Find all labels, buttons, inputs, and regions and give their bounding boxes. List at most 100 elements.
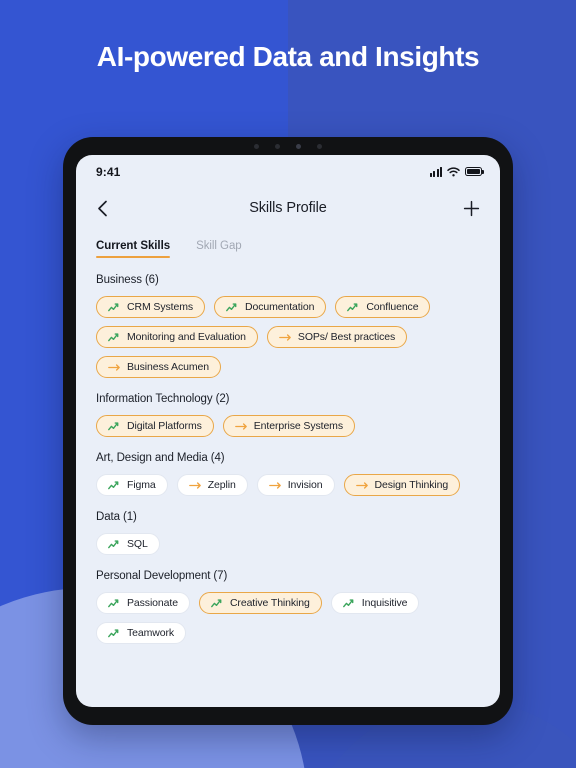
skill-chip-label: Digital Platforms xyxy=(127,420,202,432)
skill-chip-label: Design Thinking xyxy=(374,479,449,491)
trending-up-icon xyxy=(108,332,121,343)
trending-up-icon xyxy=(226,302,239,313)
skill-chip-row: CRM Systems Documentation Confluence Monito… xyxy=(96,296,484,378)
skill-chip-row: SQL xyxy=(96,533,484,555)
skill-chip-label: Enterprise Systems xyxy=(253,420,343,432)
skill-chip-label: Confluence xyxy=(366,301,419,313)
skill-chip[interactable]: Monitoring and Evaluation xyxy=(96,326,258,348)
skill-group: Personal Development (7) Passionate Creati… xyxy=(96,570,484,644)
device-sensor-array xyxy=(63,144,513,149)
trending-up-icon xyxy=(108,480,119,489)
skill-chip[interactable]: Design Thinking xyxy=(343,474,461,496)
arrow-right-icon xyxy=(355,481,369,490)
skill-group-title: Art, Design and Media (4) xyxy=(96,452,225,464)
skill-chip[interactable]: Documentation xyxy=(214,296,327,318)
tab-skill-gap[interactable]: Skill Gap xyxy=(196,240,242,258)
skill-chip-label: Documentation xyxy=(245,301,315,313)
trending-up-icon xyxy=(342,598,354,607)
app-header: Skills Profile xyxy=(76,188,500,228)
skill-chip-label: CRM Systems xyxy=(127,301,193,313)
status-bar-icons xyxy=(429,166,484,177)
skill-chip-label: Creative Thinking xyxy=(229,597,310,609)
promo-headline: AI-powered Data and Insights xyxy=(96,41,480,72)
trending-up-icon xyxy=(108,628,119,637)
sensor-dot-icon xyxy=(275,144,280,149)
wifi-icon xyxy=(447,166,460,176)
trending-up-icon xyxy=(108,421,121,432)
sensor-dot-icon xyxy=(317,144,322,149)
skill-chip-label: Monitoring and Evaluation xyxy=(127,331,246,343)
trending-up-icon xyxy=(108,598,119,607)
skill-group: Data (1) SQL xyxy=(96,511,484,555)
promo-stage: AI-powered Data and Insights 9:41 Skills… xyxy=(0,0,576,768)
skill-chip[interactable]: Creative Thinking xyxy=(198,592,322,614)
skill-groups-list: Business (6) CRM Systems Documentation Conf… xyxy=(76,258,500,707)
trending-up-icon xyxy=(108,539,119,548)
arrow-right-icon xyxy=(279,333,292,342)
trending-up-icon xyxy=(108,332,119,341)
trending-up-icon xyxy=(108,539,121,550)
skill-chip[interactable]: Inquisitive xyxy=(330,592,420,614)
skill-group-title: Information Technology (2) xyxy=(96,393,230,405)
trending-up-icon xyxy=(108,302,121,313)
skill-group: Business (6) CRM Systems Documentation Conf… xyxy=(96,274,484,378)
skill-chip-label: Inquisitive xyxy=(361,597,408,609)
tablet-device-frame: 9:41 Skills Profile Current Skills Skill… xyxy=(63,137,513,725)
arrow-right-icon xyxy=(108,363,121,372)
add-skill-button[interactable] xyxy=(459,196,483,220)
sensor-dot-icon xyxy=(254,144,259,149)
arrow-right-icon xyxy=(268,481,281,489)
skill-chip-label: Business Acumen xyxy=(127,361,209,373)
trending-up-icon xyxy=(108,421,119,430)
skill-group: Information Technology (2) Digital Platfo… xyxy=(96,393,484,437)
skill-chip[interactable]: Business Acumen xyxy=(96,356,221,378)
page-title: Skills Profile xyxy=(249,200,327,216)
skill-chip[interactable]: Invision xyxy=(256,474,335,496)
skill-chip-label: Passionate xyxy=(127,597,178,609)
trending-up-icon xyxy=(226,302,237,311)
skill-group-title: Data (1) xyxy=(96,511,137,523)
skill-chip-label: Zeplin xyxy=(207,479,236,491)
trending-up-icon xyxy=(347,302,360,313)
skill-chip-row: Figma Zeplin Invision Design Thinking xyxy=(96,474,484,496)
status-bar: 9:41 xyxy=(76,155,500,188)
arrow-right-icon xyxy=(188,481,202,490)
skill-chip[interactable]: Zeplin xyxy=(176,474,248,496)
skill-chip-label: Teamwork xyxy=(127,627,175,639)
arrow-right-icon xyxy=(279,333,291,341)
skill-chip-label: SQL xyxy=(127,538,148,550)
trending-up-icon xyxy=(347,302,358,311)
skill-group-title: Business (6) xyxy=(96,274,159,286)
skill-chip-row: Passionate Creative Thinking Inquisitive Te… xyxy=(96,592,484,644)
skill-chip[interactable]: CRM Systems xyxy=(96,296,205,318)
skill-chip[interactable]: Figma xyxy=(96,474,168,496)
trending-up-icon xyxy=(108,480,121,491)
battery-full-icon xyxy=(465,167,484,176)
trending-up-icon xyxy=(108,598,121,609)
cellular-bars-icon xyxy=(429,166,442,177)
trending-up-icon xyxy=(108,628,121,639)
skill-chip[interactable]: Enterprise Systems xyxy=(222,415,355,437)
trending-up-icon xyxy=(211,598,224,609)
arrow-right-icon xyxy=(234,422,248,431)
plus-icon xyxy=(463,200,479,216)
arrow-right-icon xyxy=(234,422,247,430)
skill-chip[interactable]: Digital Platforms xyxy=(96,415,214,437)
tab-bar: Current Skills Skill Gap xyxy=(76,228,500,258)
skill-chip-row: Digital Platforms Enterprise Systems xyxy=(96,415,484,437)
arrow-right-icon xyxy=(188,481,201,489)
trending-up-icon xyxy=(211,598,222,607)
trending-up-icon xyxy=(108,302,119,311)
skill-chip-label: SOPs/ Best practices xyxy=(297,331,396,343)
tab-current-skills[interactable]: Current Skills xyxy=(96,240,171,258)
skill-chip[interactable]: Teamwork xyxy=(96,622,187,644)
status-bar-time: 9:41 xyxy=(96,164,121,179)
arrow-right-icon xyxy=(108,363,120,371)
skill-chip[interactable]: Confluence xyxy=(335,296,431,318)
skill-chip-label: Figma xyxy=(127,479,156,491)
skill-chip[interactable]: SOPs/ Best practices xyxy=(266,326,408,348)
skill-chip[interactable]: SQL xyxy=(96,533,160,555)
skill-chip-label: Invision xyxy=(287,479,323,491)
arrow-right-icon xyxy=(355,481,368,489)
skill-chip[interactable]: Passionate xyxy=(96,592,190,614)
